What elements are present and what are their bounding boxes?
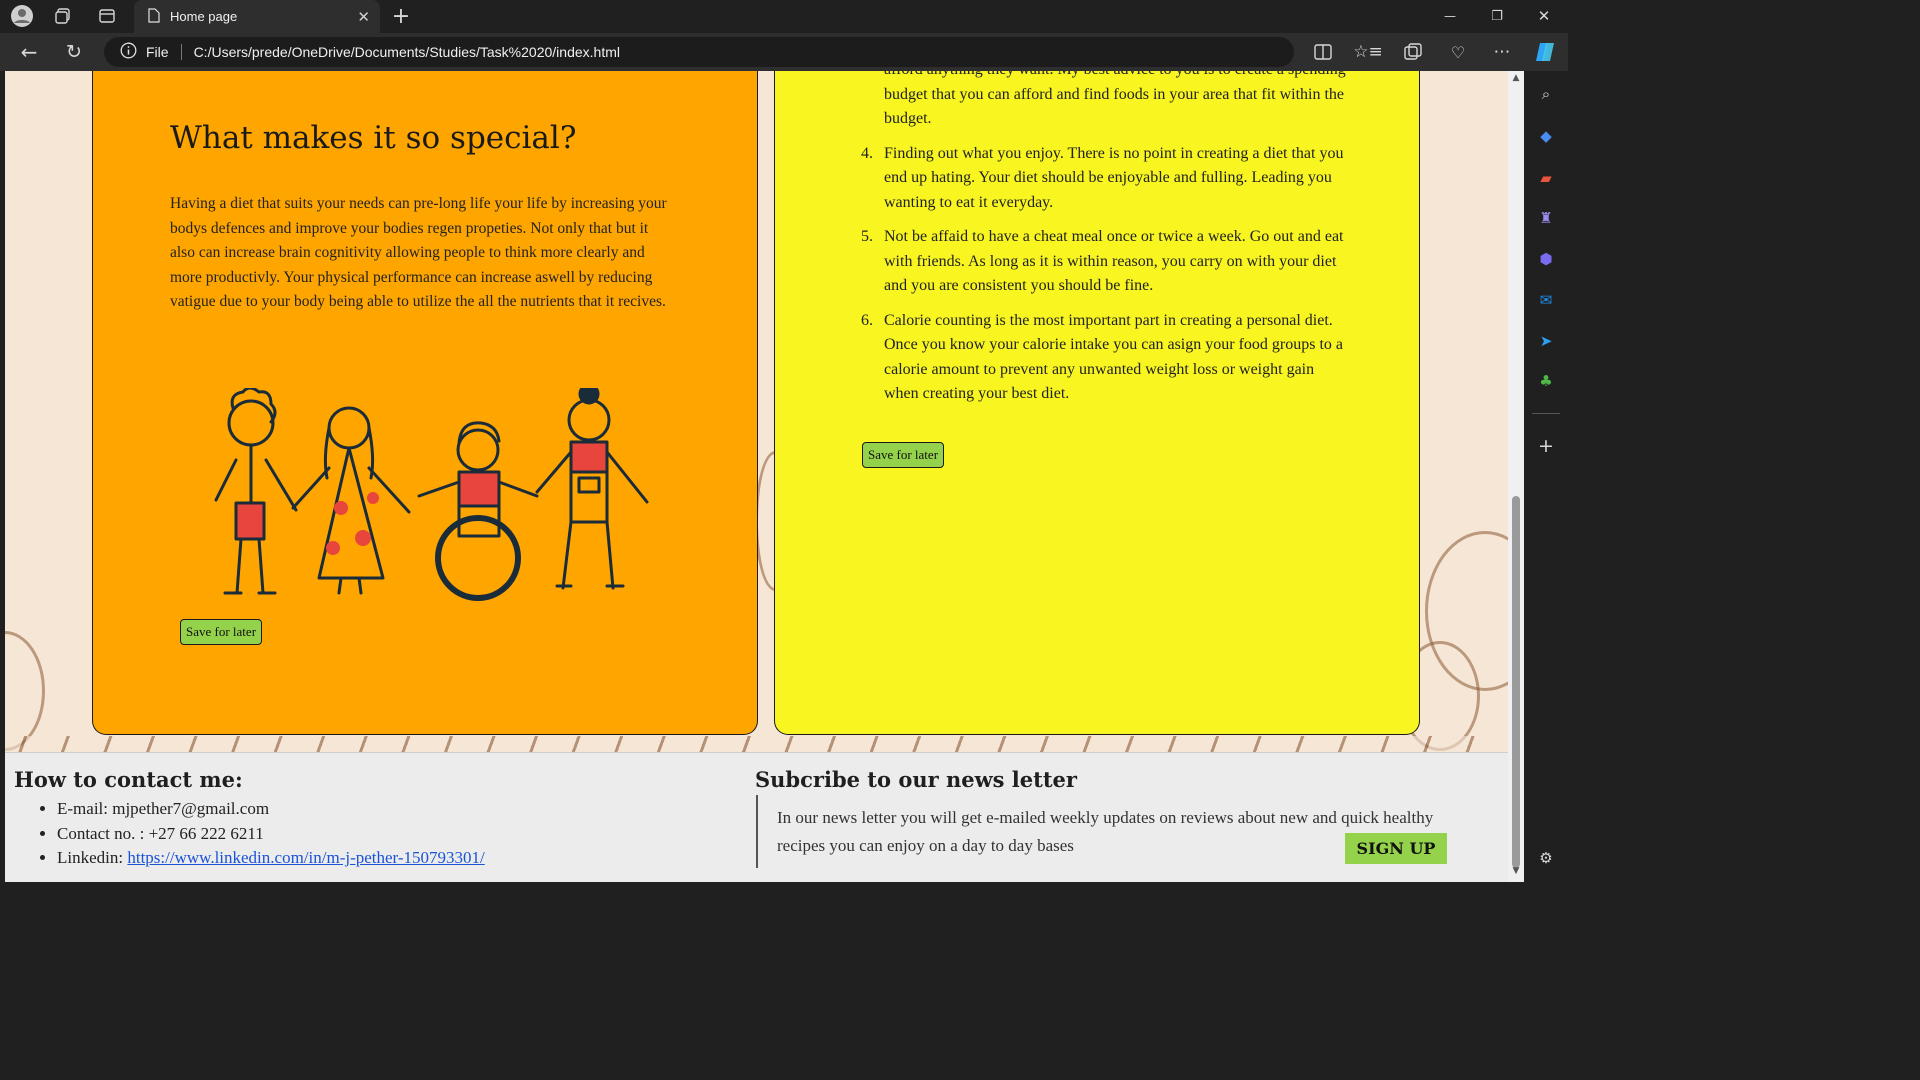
save-for-later-button[interactable]: Save for later: [180, 619, 263, 645]
tip-item: afford anything they want. My best advic…: [861, 71, 1351, 132]
newsletter-divider: [756, 795, 758, 868]
diet-tips-card: afford anything they want. My best advic…: [774, 71, 1420, 735]
tip-number: 4.: [861, 144, 873, 162]
vertical-tabs-icon[interactable]: [96, 6, 118, 26]
special-heading: What makes it so special?: [170, 120, 577, 156]
contact-email: E-mail: mjpether7@gmail.com: [57, 797, 485, 822]
contact-list: E-mail: mjpether7@gmail.com Contact no. …: [57, 797, 485, 871]
sidebar-divider: [1532, 413, 1560, 414]
tip-item: 6. Calorie counting is the most important…: [861, 309, 1351, 407]
shopping-tag-icon[interactable]: ◆: [1536, 126, 1556, 146]
page-footer: How to contact me: E-mail: mjpether7@gma…: [5, 752, 1508, 882]
tools-briefcase-icon[interactable]: ▰: [1536, 168, 1556, 188]
minimize-button[interactable]: —: [1438, 6, 1462, 26]
add-icon[interactable]: +: [1536, 435, 1556, 457]
scroll-down-arrow-icon[interactable]: ▼: [1510, 866, 1522, 876]
workspaces-icon[interactable]: [52, 6, 74, 26]
tip-number: 6.: [861, 311, 873, 329]
contact-linkedin: Linkedin: https://www.linkedin.com/in/m-…: [57, 846, 485, 871]
back-arrow-icon[interactable]: ←: [17, 40, 41, 64]
scroll-up-arrow-icon[interactable]: ▲: [1510, 73, 1522, 83]
restore-button[interactable]: ❐: [1485, 6, 1509, 26]
scrollbar-thumb[interactable]: [1512, 496, 1520, 868]
more-options-icon[interactable]: ⋯: [1490, 40, 1514, 64]
split-screen-icon[interactable]: [1311, 40, 1335, 64]
profile-avatar-icon[interactable]: [10, 4, 34, 28]
page-icon: [148, 7, 160, 26]
linkedin-label: Linkedin:: [57, 848, 128, 867]
refresh-icon[interactable]: ↻: [62, 40, 86, 64]
tab-close-icon[interactable]: ✕: [357, 8, 370, 26]
tab-title: Home page: [170, 9, 238, 24]
favorites-list-icon[interactable]: ☆≡: [1353, 40, 1382, 64]
close-window-button[interactable]: ✕: [1532, 6, 1556, 26]
tip-text: afford anything they want. My best advic…: [884, 71, 1346, 127]
tip-text: Not be affaid to have a cheat meal once …: [884, 228, 1344, 294]
newsletter-heading: Subcribe to our news letter: [755, 767, 1077, 792]
copilot-apps-icon[interactable]: ⬢: [1536, 249, 1556, 269]
site-info-icon[interactable]: [120, 42, 137, 62]
page-scrollbar[interactable]: ▲ ▼: [1508, 71, 1524, 882]
outlook-icon[interactable]: ✉: [1536, 290, 1556, 310]
address-url-text[interactable]: C:/Users/prede/OneDrive/Documents/Studie…: [194, 44, 620, 60]
send-icon[interactable]: ➤: [1536, 331, 1556, 351]
edge-sidebar: ⌕ ◆ ▰ ♜ ⬢ ✉ ➤ ♣ + ⚙: [1524, 71, 1568, 882]
settings-gear-icon[interactable]: ⚙: [1536, 848, 1556, 868]
background-doodle: [5, 631, 45, 751]
kids-holding-hands-illustration: [214, 388, 649, 601]
save-for-later-button[interactable]: Save for later: [862, 442, 945, 468]
sign-up-button[interactable]: SIGN UP: [1345, 833, 1447, 864]
tip-text: Calorie counting is the most important p…: [884, 311, 1343, 403]
browser-essentials-icon[interactable]: ♡: [1446, 40, 1470, 64]
tip-item: 5. Not be affaid to have a cheat meal onc…: [861, 225, 1351, 299]
page-viewport: What makes it so special? Having a diet …: [5, 71, 1508, 882]
address-bar[interactable]: File C:/Users/prede/OneDrive/Documents/S…: [104, 37, 1294, 67]
tab-home-page[interactable]: Home page ✕: [134, 0, 380, 33]
address-separator: [180, 44, 182, 60]
browser-tab-strip: Home page ✕ + — ❐ ✕: [0, 0, 1568, 33]
linkedin-link[interactable]: https://www.linkedin.com/in/m-j-pether-1…: [127, 848, 484, 867]
tree-icon[interactable]: ♣: [1536, 371, 1556, 391]
collections-icon[interactable]: [1401, 40, 1425, 64]
contact-heading: How to contact me:: [14, 767, 243, 792]
special-card: What makes it so special? Having a diet …: [92, 71, 758, 735]
new-tab-button[interactable]: +: [390, 3, 412, 29]
special-paragraph: Having a diet that suits your needs can …: [170, 195, 667, 311]
tip-number: 5.: [861, 228, 873, 245]
background-doodle: [5, 736, 1508, 752]
tip-item: 4. Finding out what you enjoy. There is n…: [861, 142, 1351, 216]
address-scheme-label: File: [146, 44, 169, 60]
diet-tips-list: afford anything they want. My best advic…: [861, 71, 1351, 417]
games-icon[interactable]: ♜: [1536, 208, 1556, 228]
contact-phone: Contact no. : +27 66 222 6211: [57, 822, 485, 847]
copilot-icon[interactable]: [1533, 39, 1559, 65]
search-icon[interactable]: ⌕: [1536, 84, 1556, 104]
tip-text: Finding out what you enjoy. There is no …: [884, 144, 1344, 211]
